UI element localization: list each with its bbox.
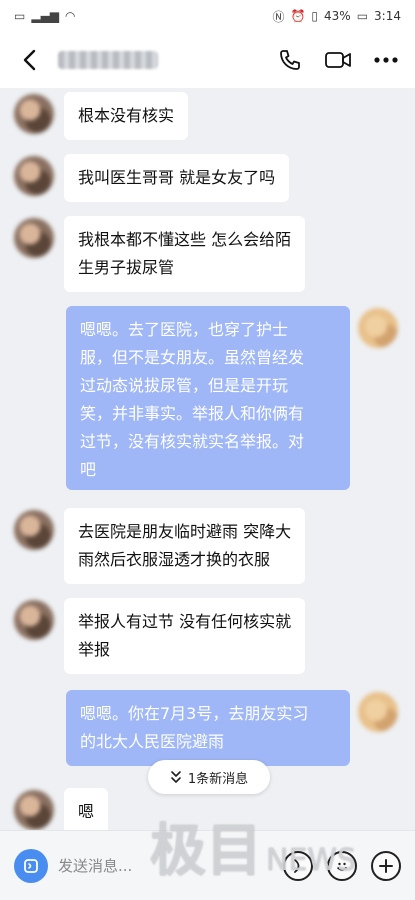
double-chevron-down-icon [171, 771, 181, 783]
message-line: 吧 [80, 460, 97, 479]
message-line: 的北大人民医院避雨 [80, 732, 225, 751]
contact-avatar[interactable] [14, 510, 54, 550]
vibrate-icon: ▯ [311, 9, 319, 23]
my-avatar[interactable] [358, 308, 398, 348]
incoming-message-bubble[interactable]: 我根本都不懂这些 怎么会给陌 生男子拔尿管 [64, 216, 306, 292]
message-line: 我叫医生哥哥 就是女友了吗 [78, 168, 276, 187]
voice-icon[interactable] [14, 848, 48, 883]
contact-avatar[interactable] [14, 94, 54, 134]
contact-avatar[interactable] [14, 600, 54, 640]
alarm-icon: ⏰ [290, 9, 306, 23]
message-line: 雨然后衣服湿透才换的衣服 [78, 550, 271, 569]
nfc-icon: Ⓝ [272, 9, 285, 24]
message-line: 去医院是朋友临时避雨 突降大 [78, 522, 292, 541]
new-messages-label: 1条新消息 [187, 771, 249, 787]
outgoing-message-bubble[interactable]: 嗯嗯。去了医院，也穿了护士 服，但不是女朋友。虽然曾经发 过动态说拔尿管，但是是… [66, 306, 350, 490]
audio-icon[interactable] [283, 850, 313, 881]
incoming-message-bubble[interactable]: 我叫医生哥哥 就是女友了吗 [64, 154, 290, 202]
incoming-message-bubble[interactable]: 嗯 [64, 788, 109, 830]
phone-icon[interactable] [275, 45, 305, 75]
message-line: 服，但不是女朋友。虽然曾经发 [80, 348, 305, 367]
incoming-message-bubble[interactable]: 去医院是朋友临时避雨 突降大 雨然后衣服湿透才换的衣服 [64, 508, 306, 584]
clock: 3:14 [374, 9, 401, 23]
status-left: ▭ ▂▄▆ ◠ [14, 9, 76, 23]
message-line: 嗯嗯。去了医院，也穿了护士 [80, 320, 289, 339]
plus-icon[interactable] [371, 850, 401, 881]
contact-name-blurred [58, 51, 158, 69]
signal-icon: ▂▄▆ [31, 9, 60, 23]
message-line: 我根本都不懂这些 怎么会给陌 [78, 230, 292, 249]
contact-avatar[interactable] [14, 218, 54, 258]
message-list[interactable]: 根本没有核实 我叫医生哥哥 就是女友了吗 我根本都不懂这些 怎么会给陌 生男子拔… [0, 88, 415, 830]
message-line: 举报 [78, 640, 111, 659]
message-line: 嗯嗯。你在7月3号，去朋友实习 [80, 704, 309, 723]
message-line: 过动态说拔尿管，但是是开玩 [80, 376, 289, 395]
outgoing-message-bubble[interactable]: 嗯嗯。你在7月3号，去朋友实习 的北大人民医院避雨 [66, 690, 350, 766]
incoming-message-bubble[interactable]: 根本没有核实 [64, 92, 189, 140]
status-bar: ▭ ▂▄▆ ◠ Ⓝ ⏰ ▯ 43% ▭ 3:14 [0, 0, 415, 32]
message-line: 生男子拔尿管 [78, 258, 175, 277]
wifi-icon: ◠ [65, 9, 76, 23]
sim-icon: ▭ [14, 9, 26, 23]
message-line: 过节，没有核实就实名举报。对 [80, 432, 305, 451]
message-line: 笑，并非事实。举报人和你俩有 [80, 404, 305, 423]
incoming-message-bubble[interactable]: 举报人有过节 没有任何核实就 举报 [64, 598, 306, 674]
contact-avatar[interactable] [14, 790, 54, 830]
video-camera-icon[interactable] [323, 45, 353, 75]
status-right: Ⓝ ⏰ ▯ 43% ▭ 3:14 [272, 8, 401, 25]
message-input-bar [0, 830, 415, 900]
message-line: 嗯 [78, 802, 95, 821]
chevron-left-icon[interactable] [14, 45, 44, 75]
header-actions [275, 45, 401, 75]
battery-icon: ▭ [356, 9, 369, 23]
chat-header [0, 32, 415, 88]
more-horizontal-icon[interactable] [371, 45, 401, 75]
input-actions [283, 850, 401, 881]
emoji-icon[interactable] [327, 850, 357, 881]
message-line: 根本没有核实 [78, 106, 175, 125]
new-messages-button[interactable]: 1条新消息 [148, 760, 270, 794]
message-line: 举报人有过节 没有任何核实就 [78, 612, 292, 631]
contact-avatar[interactable] [14, 156, 54, 196]
battery-percent: 43% [324, 9, 351, 23]
message-input[interactable] [58, 848, 238, 883]
my-avatar[interactable] [358, 692, 398, 732]
